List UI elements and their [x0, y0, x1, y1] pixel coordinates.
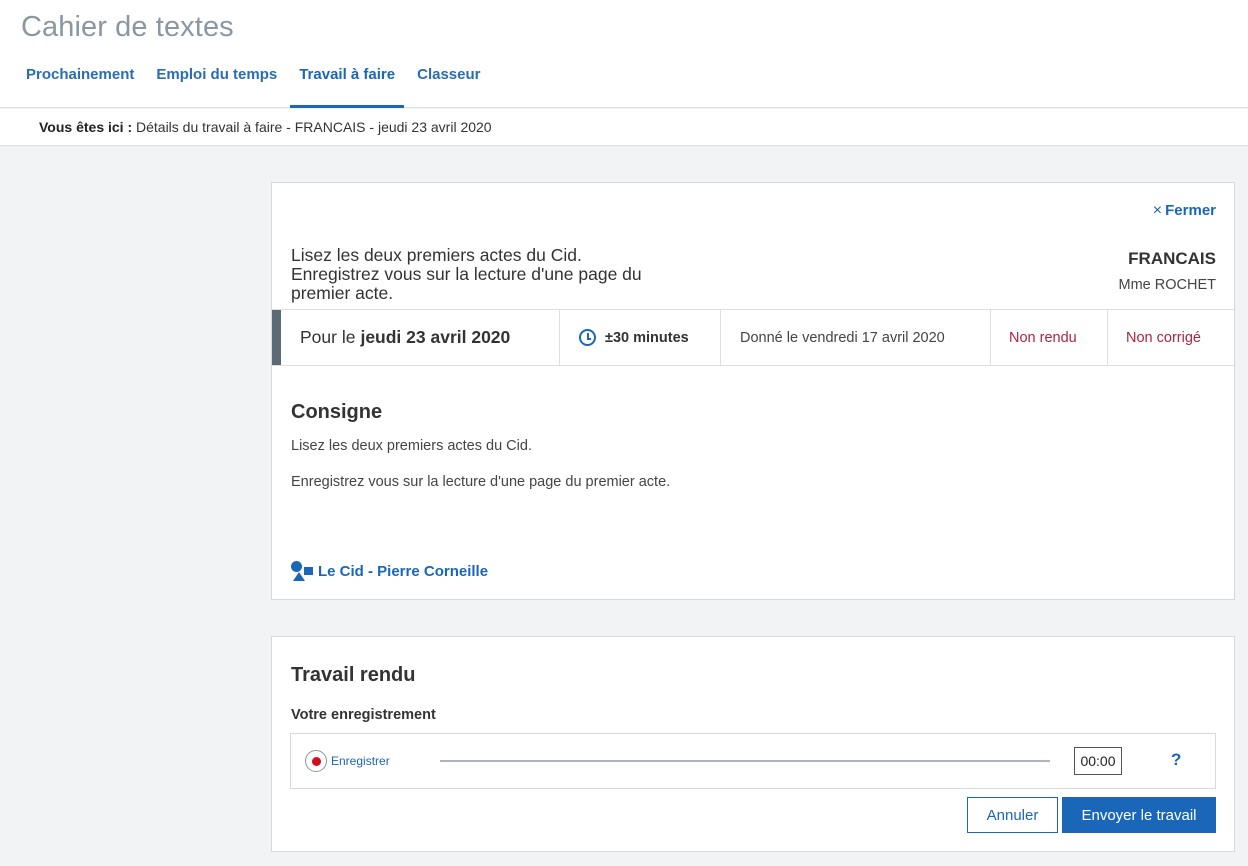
consigne-text: Lisez les deux premiers actes du Cid.: [291, 438, 532, 454]
due-date: Pour le jeudi 23 avril 2020: [281, 310, 560, 365]
cancel-button[interactable]: Annuler: [967, 797, 1058, 833]
clock-icon: [579, 329, 596, 346]
tab-classeur[interactable]: Classeur: [408, 52, 489, 108]
breadcrumb-path: Détails du travail à faire - FRANCAIS - …: [136, 119, 492, 135]
resource-label: Le Cid - Pierre Corneille: [318, 562, 489, 580]
tab-bar: Prochainement Emploi du temps Travail à …: [17, 52, 494, 108]
record-icon[interactable]: [305, 750, 327, 772]
submission-title: Travail rendu: [291, 664, 416, 686]
tab-prochainement[interactable]: Prochainement: [17, 52, 143, 108]
due-date-value: jeudi 23 avril 2020: [360, 327, 511, 347]
subject-name: FRANCAIS: [1128, 249, 1216, 268]
submission-card: Travail rendu Votre enregistrement Enreg…: [271, 636, 1235, 852]
consigne-title: Consigne: [291, 401, 383, 423]
app-title: Cahier de textes: [21, 11, 234, 43]
recording-subtitle: Votre enregistrement: [291, 707, 436, 723]
help-button[interactable]: ?: [1171, 750, 1181, 770]
homework-summary: Lisez les deux premiers actes du Cid. En…: [291, 245, 642, 303]
record-button[interactable]: Enregistrer: [331, 754, 390, 768]
top-header: Cahier de textes Prochainement Emploi du…: [0, 0, 1248, 108]
close-icon: ×: [1152, 202, 1163, 219]
close-label: Fermer: [1165, 202, 1216, 219]
resource-link[interactable]: Le Cid - Pierre Corneille: [290, 560, 488, 582]
send-work-button[interactable]: Envoyer le travail: [1062, 797, 1216, 833]
close-button[interactable]: × Fermer: [1153, 202, 1216, 220]
breadcrumb-prefix: Vous êtes ici :: [39, 119, 133, 135]
status-corrige: Non corrigé: [1126, 329, 1201, 346]
duration-value: ±30 minutes: [605, 329, 689, 346]
teacher-name: Mme ROCHET: [1118, 277, 1216, 293]
audio-recorder: Enregistrer 00:00 ?: [290, 733, 1216, 789]
resource-icon: [290, 560, 314, 582]
status-rendu: Non rendu: [991, 310, 1108, 365]
breadcrumb: Vous êtes ici : Détails du travail à fai…: [0, 109, 1248, 146]
homework-info-bar: Pour le jeudi 23 avril 2020 ±30 minutes …: [272, 309, 1234, 366]
homework-detail-card: × Fermer Lisez les deux premiers actes du…: [271, 182, 1235, 600]
tab-emploi-du-temps[interactable]: Emploi du temps: [147, 52, 286, 108]
given-date: Donné le vendredi 17 avril 2020: [721, 310, 991, 365]
due-prefix: Pour le: [300, 327, 356, 347]
recording-time: 00:00: [1074, 747, 1122, 775]
duration: ±30 minutes: [560, 310, 721, 365]
consigne-text: Enregistrez vous sur la lecture d'une pa…: [291, 474, 671, 490]
recording-progress-track[interactable]: [440, 760, 1050, 762]
tab-travail-a-faire[interactable]: Travail à faire: [290, 52, 405, 108]
accent-stripe: [272, 310, 281, 365]
